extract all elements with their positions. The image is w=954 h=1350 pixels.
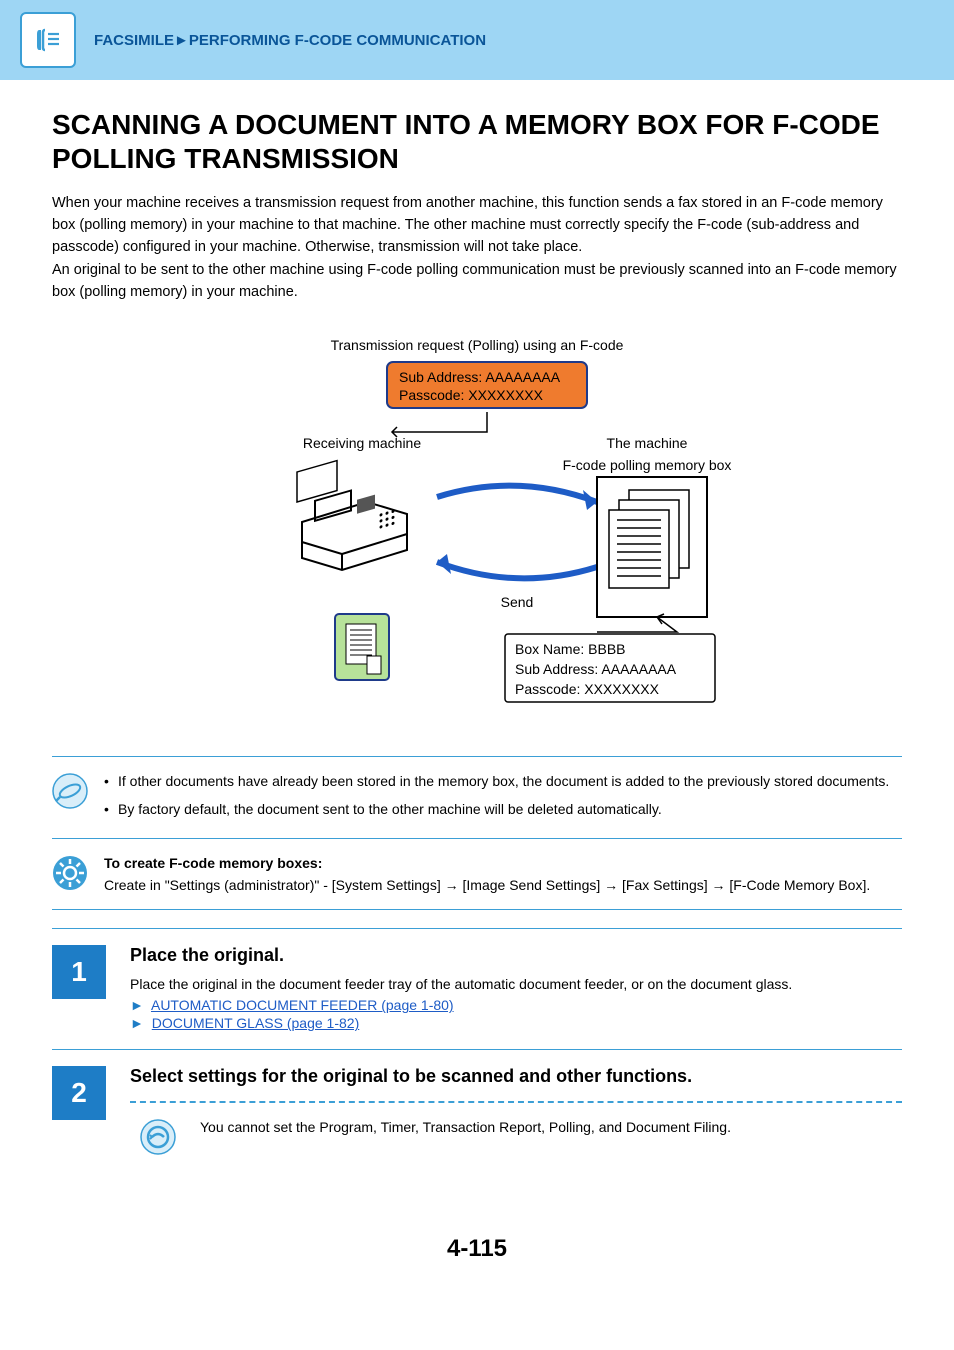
- recv-label: Receiving machine: [303, 435, 421, 451]
- note2-heading: To create F-code memory boxes:: [104, 853, 870, 875]
- arrow-icon: ►: [130, 997, 144, 1013]
- header-bar: FACSIMILE►PERFORMING F-CODE COMMUNICATIO…: [0, 0, 954, 80]
- diagram-sub-addr: Sub Address: AAAAAAAA: [399, 369, 561, 385]
- prohibit-icon: [140, 1119, 176, 1155]
- step1-title: Place the original.: [130, 945, 792, 966]
- arrows-icon: [437, 486, 597, 579]
- page-title: SCANNING A DOCUMENT INTO A MEMORY BOX FO…: [52, 108, 902, 175]
- box-name: Box Name: BBBB: [515, 641, 626, 657]
- intro-text: When your machine receives a transmissio…: [52, 193, 902, 304]
- gear-icon: [52, 855, 88, 891]
- send-label: Send: [501, 594, 534, 610]
- divider: [52, 909, 902, 910]
- divider: [52, 838, 902, 839]
- memory-box-icon: [597, 477, 707, 617]
- note-icon: [52, 773, 88, 809]
- diagram-title: Transmission request (Polling) using an …: [331, 337, 624, 353]
- step-number-1: 1: [52, 945, 106, 999]
- link-adf-anchor[interactable]: AUTOMATIC DOCUMENT FEEDER (page 1-80): [151, 997, 454, 1013]
- box-sub: Sub Address: AAAAAAAA: [515, 661, 677, 677]
- link-adf: ► AUTOMATIC DOCUMENT FEEDER (page 1-80): [130, 997, 792, 1013]
- box-pass: Passcode: XXXXXXXX: [515, 681, 660, 697]
- intro-p2: An original to be sent to the other mach…: [52, 260, 902, 304]
- note2-body: Create in "Settings (administrator)" - […: [104, 877, 870, 893]
- dashed-divider: [130, 1101, 902, 1103]
- box-label: F-code polling memory box: [563, 457, 732, 473]
- fcode-diagram: Transmission request (Polling) using an …: [167, 332, 787, 732]
- note1-b1: If other documents have already been sto…: [104, 771, 889, 793]
- page-content: SCANNING A DOCUMENT INTO A MEMORY BOX FO…: [0, 80, 954, 1303]
- received-doc-icon: [335, 614, 389, 680]
- divider: [52, 756, 902, 757]
- note-settings: To create F-code memory boxes: Create in…: [52, 849, 902, 900]
- step-2: 2 Select settings for the original to be…: [52, 1049, 902, 1155]
- link-glass-anchor[interactable]: DOCUMENT GLASS (page 1-82): [152, 1015, 359, 1031]
- diagram-passcode: Passcode: XXXXXXXX: [399, 387, 544, 403]
- note1-b2: By factory default, the document sent to…: [104, 799, 889, 821]
- facsimile-icon: [20, 12, 76, 68]
- step-number-2: 2: [52, 1066, 106, 1120]
- step1-desc: Place the original in the document feede…: [130, 974, 792, 996]
- page-number: 4-115: [52, 1235, 902, 1263]
- note-info: If other documents have already been sto…: [52, 767, 902, 830]
- intro-p1: When your machine receives a transmissio…: [52, 193, 902, 258]
- breadcrumb[interactable]: FACSIMILE►PERFORMING F-CODE COMMUNICATIO…: [94, 32, 486, 49]
- link-glass: ► DOCUMENT GLASS (page 1-82): [130, 1015, 792, 1031]
- step2-title: Select settings for the original to be s…: [130, 1066, 902, 1087]
- fax-machine-icon: [297, 460, 407, 569]
- step-1: 1 Place the original. Place the original…: [52, 928, 902, 1032]
- arrow-icon: ►: [130, 1015, 144, 1031]
- step2-restriction: You cannot set the Program, Timer, Trans…: [200, 1117, 731, 1139]
- mach-label: The machine: [607, 435, 688, 451]
